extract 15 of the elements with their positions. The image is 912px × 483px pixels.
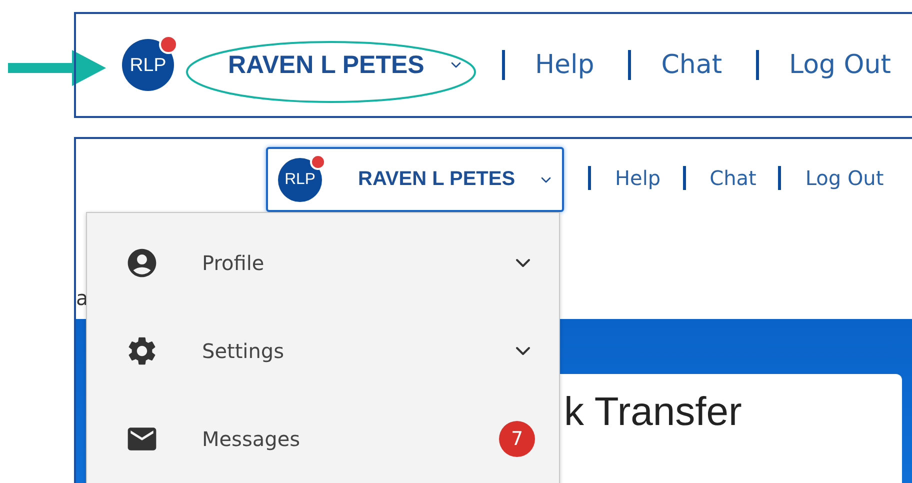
header-link[interactable]: Log Out <box>805 166 884 190</box>
user-menu-button[interactable]: RLP RAVEN L PETES <box>266 147 564 212</box>
header-link[interactable]: Help <box>535 50 594 80</box>
header-link[interactable]: Chat <box>661 50 722 80</box>
header-link[interactable]: Help <box>615 166 661 190</box>
count-badge: 7 <box>499 421 535 457</box>
menu-item[interactable]: Settings <box>87 307 559 395</box>
header-link[interactable]: Log Out <box>789 50 891 80</box>
menu-item[interactable]: Profile <box>87 219 559 307</box>
user-name: RAVEN L PETES <box>228 50 424 80</box>
header-link[interactable]: Chat <box>710 166 756 190</box>
card-title: k Transfer <box>564 390 743 435</box>
menu-item[interactable]: Messages 7 <box>87 395 559 483</box>
profile-icon <box>125 246 159 280</box>
arrow-icon <box>8 48 106 88</box>
